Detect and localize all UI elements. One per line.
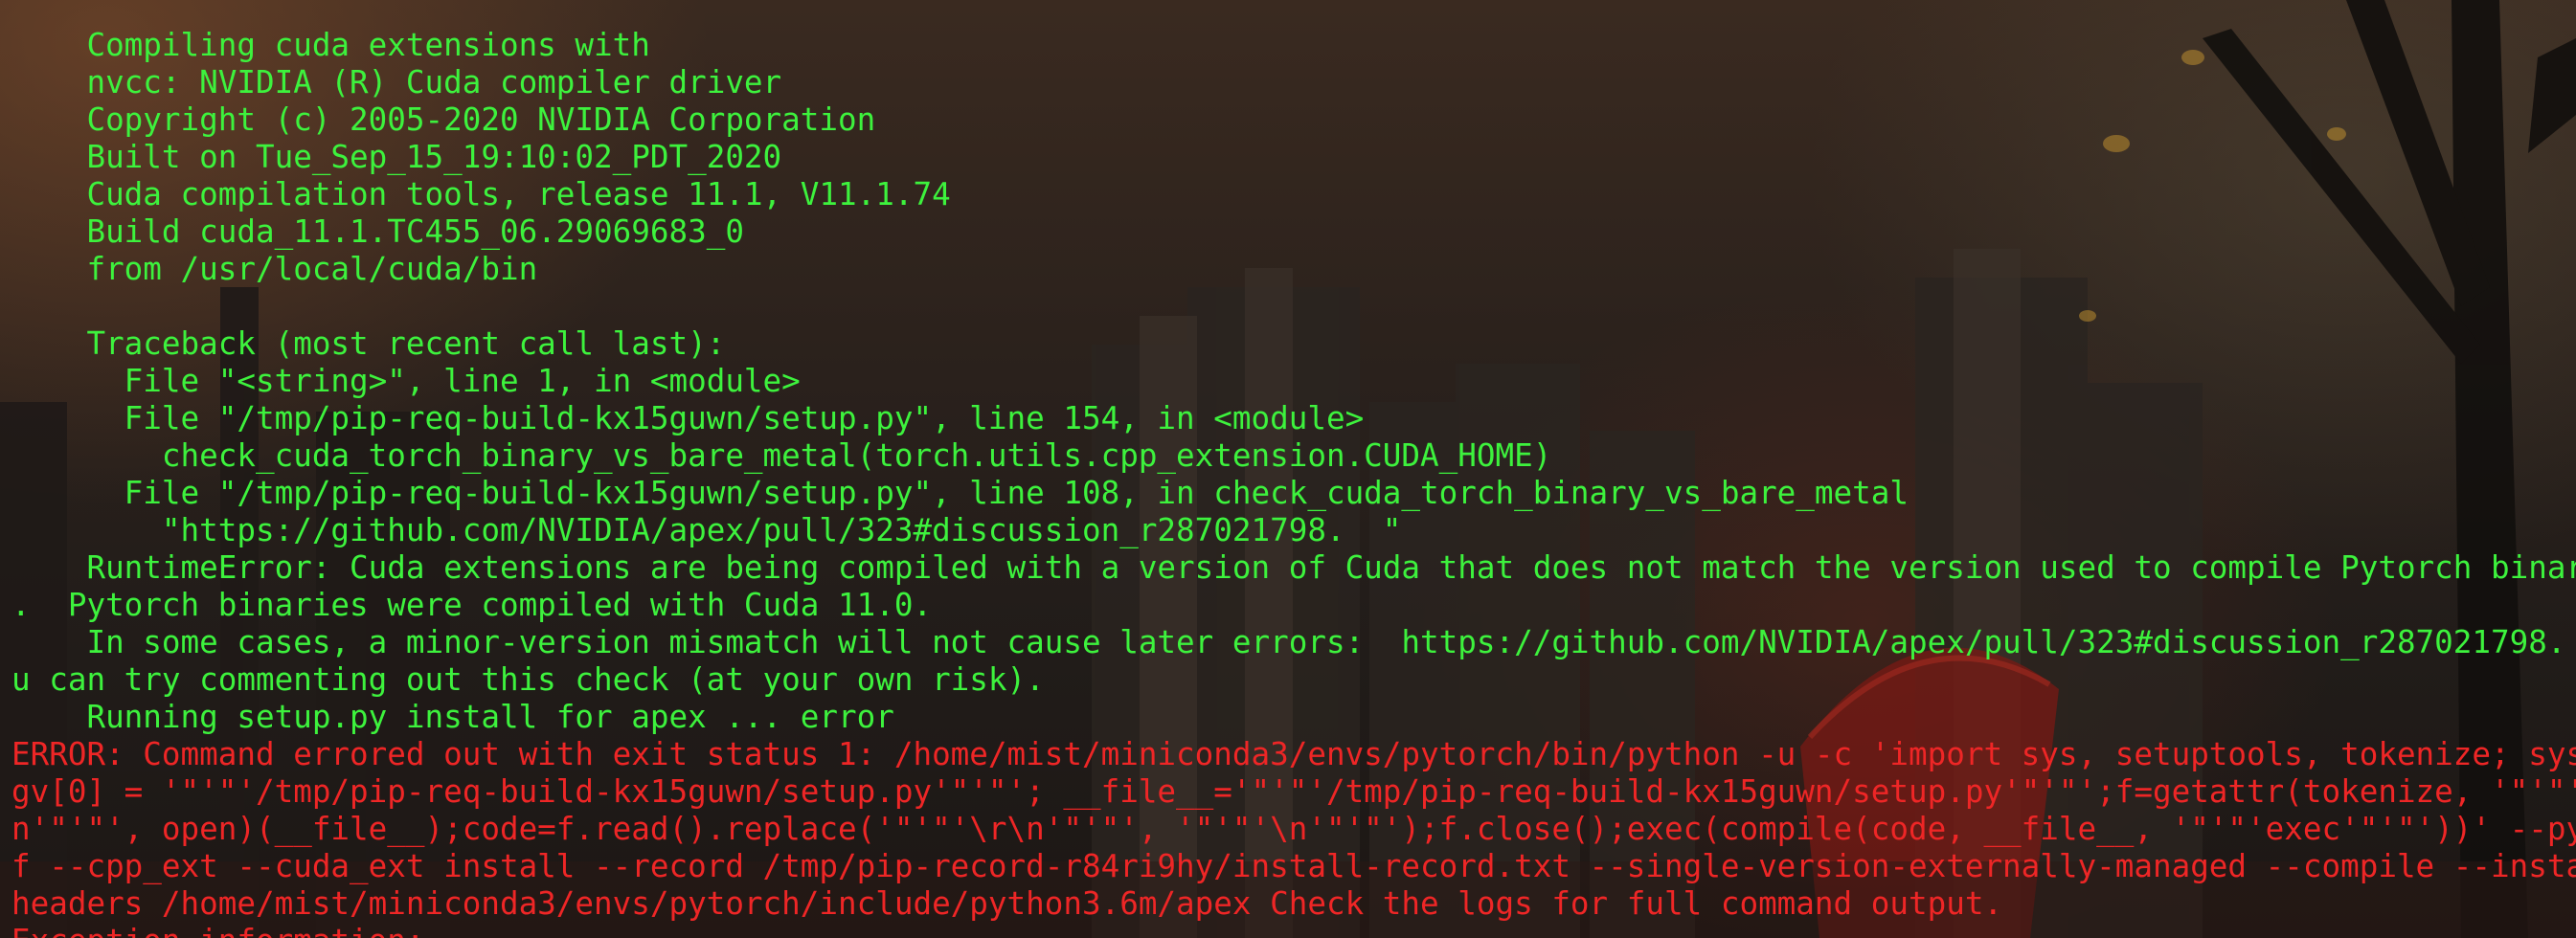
terminal-output-line: RuntimeError: Cuda extensions are being … [11,549,2576,586]
terminal-output-line: Copyright (c) 2005-2020 NVIDIA Corporati… [11,101,876,138]
terminal-output-line: "https://github.com/NVIDIA/apex/pull/323… [11,512,1402,548]
terminal-output-line: u can try commenting out this check (at … [11,661,1045,698]
terminal-output-line: Built on Tue_Sep_15_19:10:02_PDT_2020 [11,139,782,175]
error-output-line: ERROR: Command errored out with exit sta… [11,736,2576,772]
error-output-line: gv[0] = '"'"'/tmp/pip-req-build-kx15guwn… [11,773,2576,810]
terminal-output-line: File "/tmp/pip-req-build-kx15guwn/setup.… [11,400,1365,436]
terminal-output-line: Cuda compilation tools, release 11.1, V1… [11,176,951,212]
error-output-line: Exception information: [11,923,2568,938]
terminal-output-line: Build cuda_11.1.TC455_06.29069683_0 [11,213,744,250]
error-output-line: headers /home/mist/miniconda3/envs/pytor… [11,885,2003,922]
error-output-line: f --cpp_ext --cuda_ext install --record … [11,848,2576,884]
terminal-output-line: from /usr/local/cuda/bin [11,251,538,287]
terminal-output-line: . Pytorch binaries were compiled with Cu… [11,587,933,623]
terminal-output-line: Traceback (most recent call last): [11,325,726,362]
terminal-output-line: check_cuda_torch_binary_vs_bare_metal(to… [11,437,1552,474]
terminal-output-line: File "/tmp/pip-req-build-kx15guwn/setup.… [11,475,1909,511]
terminal-output-line: In some cases, a minor-version mismatch … [11,624,2576,660]
terminal-output-line: Running setup.py install for apex ... er… [11,699,894,735]
terminal-output-line [11,288,2568,325]
terminal-window[interactable]: Compiling cuda extensions with nvcc: NVI… [0,0,2576,938]
error-output-line: n'"'"', open)(__file__);code=f.read().re… [11,811,2576,847]
terminal-output-line: File "<string>", line 1, in <module> [11,363,801,399]
terminal-output-line: Compiling cuda extensions with [11,27,650,63]
terminal-output[interactable]: Compiling cuda extensions with nvcc: NVI… [11,27,2576,938]
terminal-output-line: nvcc: NVIDIA (R) Cuda compiler driver [11,64,782,100]
